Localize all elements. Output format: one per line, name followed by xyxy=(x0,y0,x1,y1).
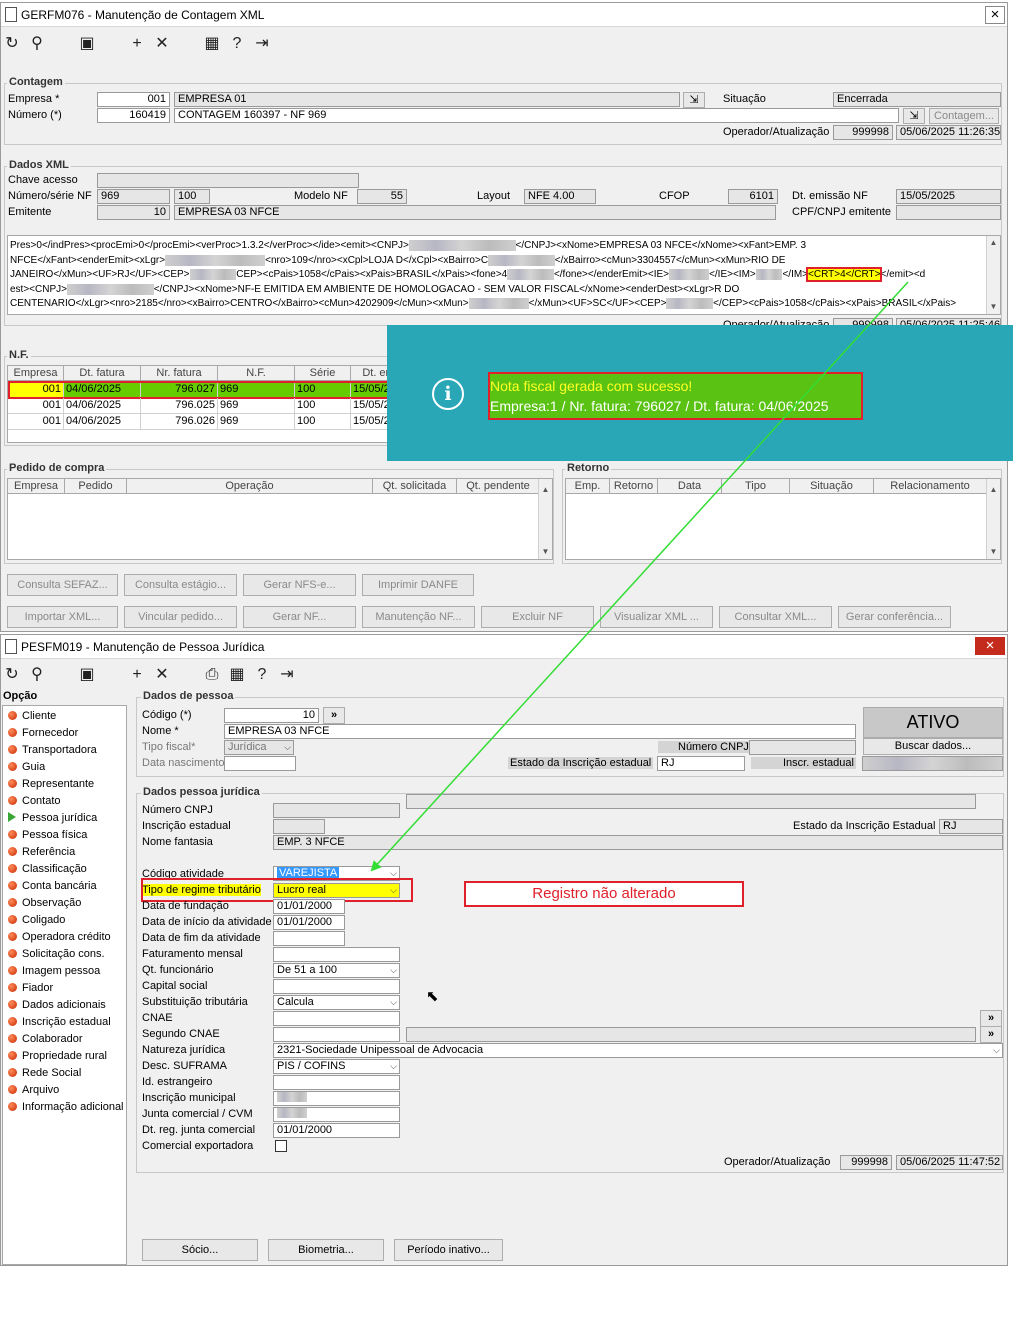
arrow-line xyxy=(370,281,909,872)
annotation-arrow xyxy=(370,281,909,872)
